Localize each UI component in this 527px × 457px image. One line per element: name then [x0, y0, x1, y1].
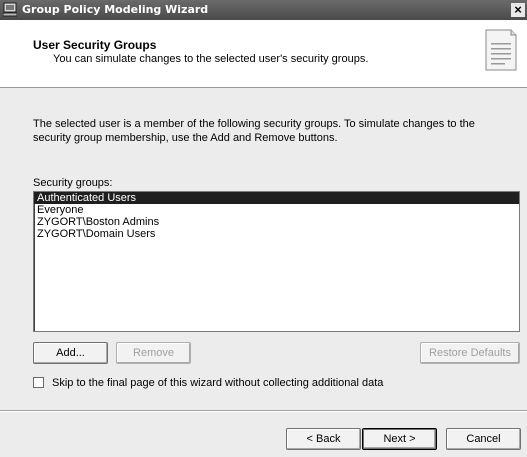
list-item[interactable]: ZYGORT\Boston Admins — [34, 216, 519, 228]
document-icon — [485, 29, 517, 71]
list-item[interactable]: Everyone — [34, 204, 519, 216]
security-groups-listbox[interactable]: Authenticated Users Everyone ZYGORT\Boston… — [33, 191, 520, 332]
add-button[interactable]: Add... — [33, 342, 108, 364]
security-groups-label: Security groups: — [33, 177, 113, 189]
page-subtitle: You can simulate changes to the selected… — [53, 53, 369, 65]
close-icon[interactable]: × — [511, 3, 525, 17]
remove-button[interactable]: Remove — [116, 342, 191, 364]
wizard-window: Group Policy Modeling Wizard × User Secu… — [0, 0, 527, 457]
skip-checkbox[interactable] — [33, 377, 44, 388]
intro-text: The selected user is a member of the fol… — [33, 118, 475, 144]
window-title: Group Policy Modeling Wizard — [22, 3, 209, 16]
footer-separator — [0, 410, 527, 412]
page-title: User Security Groups — [33, 38, 157, 52]
app-icon — [3, 2, 17, 17]
wizard-header: User Security Groups You can simulate ch… — [0, 20, 527, 88]
restore-defaults-button[interactable]: Restore Defaults — [420, 342, 520, 364]
next-button[interactable]: Next > — [362, 428, 437, 450]
list-item[interactable]: Authenticated Users — [34, 192, 519, 204]
title-bar[interactable]: Group Policy Modeling Wizard × — [0, 0, 527, 20]
back-button[interactable]: < Back — [286, 428, 361, 450]
cancel-button[interactable]: Cancel — [446, 428, 521, 450]
skip-checkbox-label[interactable]: Skip to the final page of this wizard wi… — [52, 377, 383, 389]
list-item[interactable]: ZYGORT\Domain Users — [34, 228, 519, 240]
